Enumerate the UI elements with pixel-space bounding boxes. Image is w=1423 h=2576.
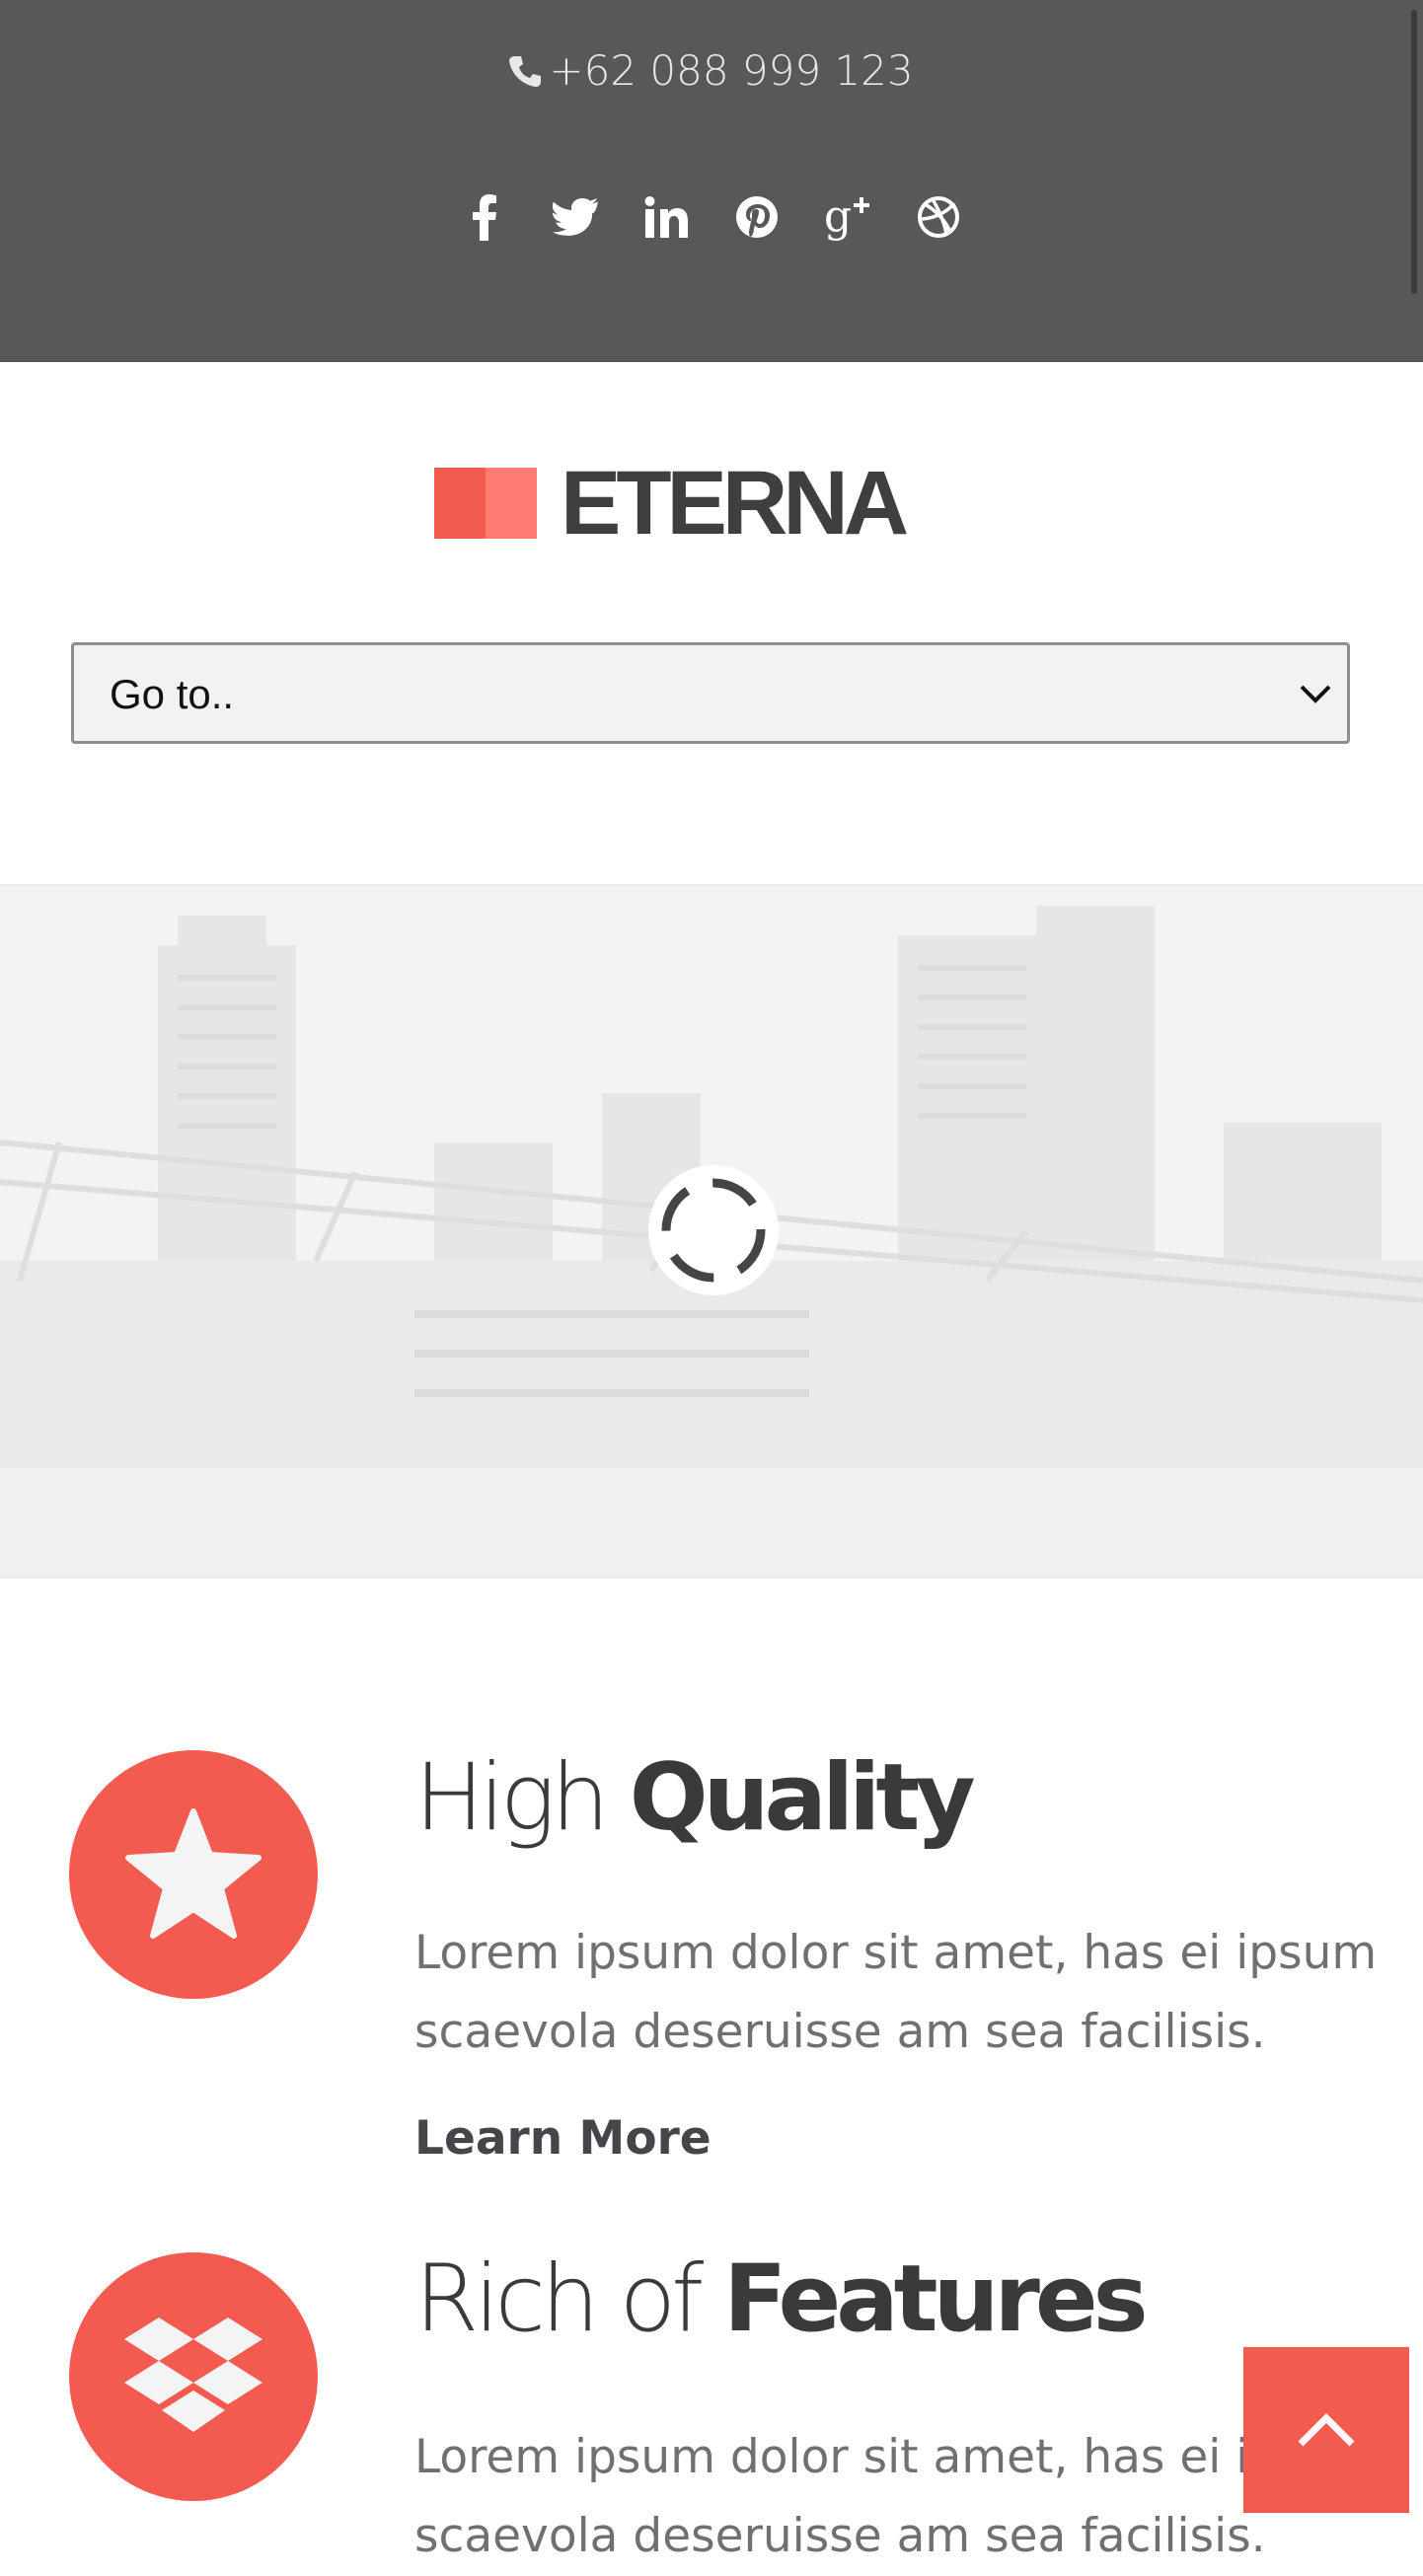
scrollbar[interactable] bbox=[1411, 10, 1417, 294]
facebook-icon[interactable] bbox=[460, 189, 509, 245]
feature-title: Rich of Features bbox=[414, 2245, 1149, 2354]
social-links: g bbox=[0, 189, 1423, 245]
pinterest-icon[interactable] bbox=[732, 189, 782, 245]
feature-icon-circle bbox=[69, 1750, 318, 1999]
nav-select[interactable]: Go to.. bbox=[71, 642, 1350, 744]
site-logo[interactable]: ETERNA bbox=[434, 458, 947, 549]
logo-mark bbox=[434, 468, 486, 539]
chevron-up-icon bbox=[1298, 2413, 1355, 2447]
feature-title: High Quality bbox=[414, 1744, 976, 1853]
logo-text: ETERNA bbox=[561, 453, 909, 553]
phone-text: +62 088 999 123 bbox=[549, 46, 914, 95]
logo-mark-light bbox=[486, 468, 537, 539]
feature-icon-circle bbox=[69, 2252, 318, 2501]
feature-title-bold: Features bbox=[723, 2245, 1149, 2353]
back-to-top-button[interactable] bbox=[1243, 2347, 1409, 2513]
phone-number: +62 088 999 123 bbox=[0, 45, 1423, 100]
chevron-down-icon bbox=[1298, 679, 1333, 713]
feature-title-light: High bbox=[414, 1744, 610, 1852]
feature-description: Lorem ipsum dolor sit amet, has ei ipsum… bbox=[414, 1926, 1378, 2059]
learn-more-link[interactable]: Learn More bbox=[414, 2111, 712, 2166]
phone-icon bbox=[509, 48, 542, 100]
feature-title-light: Rich of bbox=[414, 2245, 704, 2353]
dribbble-icon[interactable] bbox=[914, 189, 963, 245]
linkedin-icon[interactable] bbox=[641, 189, 691, 245]
dropbox-icon bbox=[124, 2318, 262, 2432]
top-bar: +62 088 999 123 g bbox=[0, 0, 1423, 362]
google-plus-icon[interactable]: g bbox=[823, 189, 872, 245]
star-icon bbox=[125, 1808, 262, 1939]
svg-text:g: g bbox=[824, 193, 852, 241]
nav-select-value: Go to.. bbox=[110, 671, 235, 717]
feature-title-bold: Quality bbox=[629, 1744, 976, 1852]
feature-description: Lorem ipsum dolor sit amet, has ei ipsum… bbox=[414, 2430, 1378, 2563]
twitter-icon[interactable] bbox=[551, 189, 600, 245]
hero-slider bbox=[0, 884, 1423, 1579]
loading-spinner-icon bbox=[647, 1164, 780, 1296]
